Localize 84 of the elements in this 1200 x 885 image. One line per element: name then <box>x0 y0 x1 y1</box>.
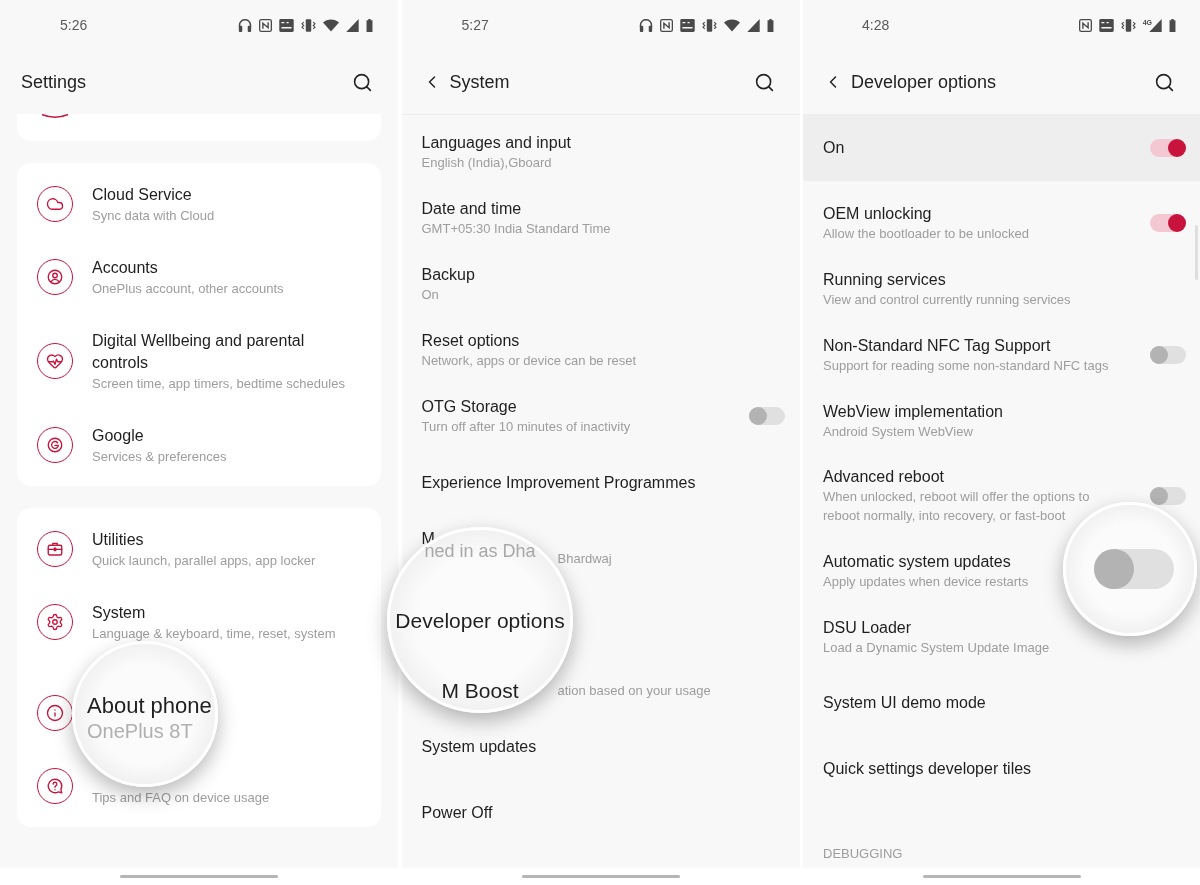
setting-title: System updates <box>421 736 537 757</box>
magnified-title: About phone <box>87 693 212 719</box>
setting-title: System UI demo mode <box>823 693 986 713</box>
setting-title: Power Off <box>421 802 493 823</box>
setting-subtitle: GMT+05:30 India Standard Time <box>421 220 611 238</box>
setting-subtitle: On <box>421 286 439 304</box>
signal-icon <box>746 18 760 32</box>
status-time: 5:27 <box>461 17 489 33</box>
setting-subtitle: Language & keyboard, time, reset, system <box>92 625 336 643</box>
setting-subtitle: Support for reading some non-standard NFC tags <box>823 356 1109 375</box>
partial-ring-icon <box>41 114 69 119</box>
setting-subtitle: Tips and FAQ on device usage <box>92 789 270 807</box>
setting-title: OTG Storage <box>421 397 517 417</box>
wifi-icon <box>723 18 740 32</box>
magnified-title: M Boost <box>441 678 519 704</box>
setting-subtitle: When unlocked, reboot will offer the options to reboot normally, into recovery, or fast-boot <box>823 488 1091 525</box>
vibrate-icon <box>1120 18 1136 32</box>
toggle-switch[interactable] <box>1150 346 1186 364</box>
signal-icon <box>346 18 359 32</box>
status-time: 4:28 <box>862 17 890 33</box>
vibrate-icon <box>701 18 717 32</box>
setting-title: Non-Standard NFC Tag Support <box>823 335 1051 356</box>
toggle-switch[interactable] <box>1150 138 1186 157</box>
search-icon[interactable] <box>753 71 775 93</box>
setting-title: Quick settings developer tiles <box>823 759 1032 779</box>
setting-title: Utilities <box>92 530 144 550</box>
setting-subtitle: Load a Dynamic System Update Image <box>823 638 1050 657</box>
headphones-icon <box>238 18 252 32</box>
vibrate-icon <box>301 18 316 32</box>
status-badge-icon <box>279 18 294 32</box>
toggle-switch[interactable] <box>1150 214 1186 232</box>
setting-title: WebView implementation <box>823 401 1003 422</box>
battery-icon <box>1169 18 1176 32</box>
master-switch-label: On <box>823 137 845 158</box>
setting-title: Automatic system updates <box>823 551 1011 572</box>
nfc-icon <box>259 18 272 32</box>
setting-subtitle: Apply updates when device restarts <box>823 572 1029 591</box>
screen-title: Settings <box>21 71 87 93</box>
setting-subtitle: Network, apps or device can be reset <box>421 352 637 370</box>
screen-title: System <box>449 71 510 93</box>
setting-title: Languages and input <box>421 133 571 153</box>
setting-title: Date and time <box>421 199 522 219</box>
setting-subtitle: Quick launch, parallel apps, app locker <box>92 552 316 570</box>
section-header: DEBUGGING <box>823 845 903 863</box>
screen-title: Developer options <box>851 71 997 93</box>
toggle-switch[interactable] <box>1150 487 1186 505</box>
setting-title: Accounts <box>92 258 158 278</box>
headphones-icon <box>638 18 653 32</box>
battery-icon <box>366 18 373 32</box>
search-icon[interactable] <box>352 71 373 93</box>
setting-subtitle: Bhardwaj <box>557 550 612 568</box>
setting-subtitle: Android System WebView <box>823 422 973 441</box>
status-time: 5:26 <box>60 17 88 33</box>
toggle-switch[interactable] <box>1094 549 1174 589</box>
nfc-icon <box>659 18 673 32</box>
setting-title: Google <box>92 426 144 446</box>
search-icon[interactable] <box>1154 71 1175 93</box>
toggle-switch[interactable] <box>748 407 785 425</box>
setting-title: Reset options <box>421 331 520 351</box>
setting-title: Digital Wellbeing and parental controls <box>92 331 306 373</box>
setting-title: OEM unlocking <box>823 203 932 224</box>
wifi-icon <box>323 18 339 32</box>
setting-title: DSU Loader <box>823 617 912 638</box>
setting-subtitle: ation based on your usage <box>557 682 711 700</box>
setting-subtitle: Screen time, app timers, bedtime schedules <box>92 375 345 393</box>
setting-subtitle: Services & preferences <box>92 448 227 466</box>
setting-subtitle: Sync data with Cloud <box>92 207 215 225</box>
nfc-icon <box>1078 18 1092 32</box>
setting-subtitle: View and control currently running services <box>823 290 1071 309</box>
setting-subtitle: OnePlus account, other accounts <box>92 280 284 298</box>
magnified-title: Developer options <box>395 607 565 634</box>
setting-subtitle: English (India),Gboard <box>421 154 552 172</box>
setting-title: Advanced reboot <box>823 467 944 487</box>
magnified-subtitle: OnePlus 8T <box>87 719 193 743</box>
setting-title: Cloud Service <box>92 185 192 205</box>
status-badge-icon <box>1098 18 1114 32</box>
status-badge-icon <box>679 18 695 32</box>
setting-subtitle: Turn off after 10 minutes of inactivity <box>421 418 631 436</box>
setting-title: Experience Improvement Programmes <box>421 472 696 493</box>
setting-title: Running services <box>823 269 946 290</box>
setting-title: Backup <box>421 265 475 285</box>
setting-title: System <box>92 603 146 623</box>
setting-subtitle: Allow the bootloader to be unlocked <box>823 224 1029 243</box>
battery-icon <box>766 18 774 32</box>
